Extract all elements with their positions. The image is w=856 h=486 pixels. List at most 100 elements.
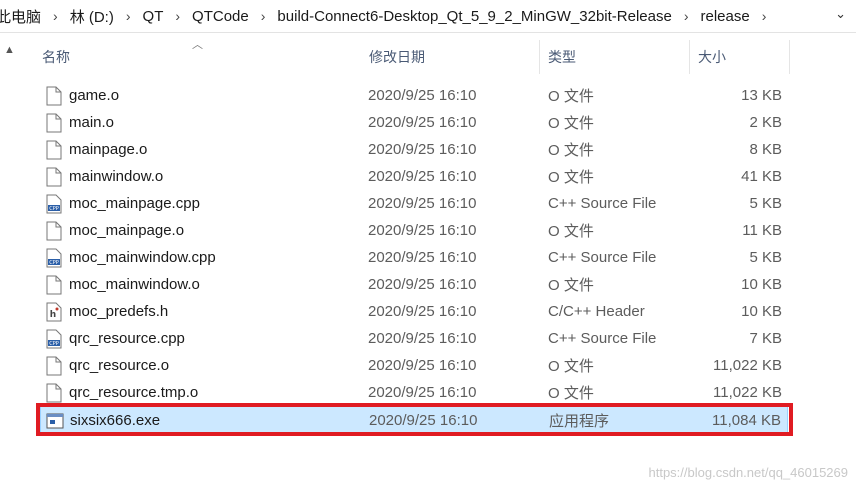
chevron-right-icon[interactable]: › — [259, 8, 268, 24]
column-header-size[interactable]: 大小 — [690, 40, 790, 74]
scroll-up-icon[interactable]: ▲ — [4, 44, 15, 56]
file-size: 8 KB — [749, 141, 782, 158]
file-size: 2 KB — [749, 114, 782, 131]
file-row[interactable]: mainwindow.o 2020/9/25 16:10 O 文件 41 KB — [40, 163, 788, 190]
breadcrumb-label: build-Connect6-Desktop_Qt_5_9_2_MinGW_32… — [277, 7, 672, 25]
column-header-name[interactable]: 名称 — [34, 40, 361, 74]
breadcrumb-label: release — [700, 7, 750, 25]
blank-file-icon — [44, 379, 64, 406]
breadcrumb-item[interactable]: QTCode — [182, 8, 259, 25]
breadcrumb-item[interactable]: 此电脑 — [0, 6, 51, 27]
header-file-icon: h — [44, 298, 64, 325]
file-name: moc_predefs.h — [69, 303, 169, 320]
breadcrumb-item[interactable]: QT — [133, 8, 174, 25]
address-bar[interactable]: 此电脑 › 林 (D:) › QT › QTCode › build-Connect6-Desk… — [0, 0, 856, 33]
file-modified-date: 2020/9/25 16:10 — [368, 303, 477, 320]
breadcrumb-item[interactable]: release — [690, 8, 759, 25]
file-modified-date: 2020/9/25 16:10 — [368, 195, 477, 212]
file-name: moc_mainpage.o — [69, 222, 185, 239]
blank-file-icon — [44, 271, 64, 298]
chevron-right-icon[interactable]: › — [124, 8, 133, 24]
blank-file-icon — [44, 352, 64, 379]
column-header-row: ︿ 名称 修改日期 类型 大小 — [0, 39, 856, 74]
blank-file-icon — [44, 136, 64, 163]
cpp-file-icon: CPP — [44, 244, 64, 271]
file-type: O 文件 — [548, 385, 594, 402]
chevron-right-icon[interactable]: › — [760, 8, 769, 24]
file-row[interactable]: moc_mainpage.o 2020/9/25 16:10 O 文件 11 KB — [40, 217, 788, 244]
blank-file-icon — [44, 217, 64, 244]
file-modified-date: 2020/9/25 16:10 — [368, 384, 477, 401]
file-row[interactable]: qrc_resource.tmp.o 2020/9/25 16:10 O 文件 11,… — [40, 379, 788, 406]
file-size: 5 KB — [749, 195, 782, 212]
file-size: 11,022 KB — [713, 384, 782, 401]
file-type: C++ Source File — [548, 330, 657, 347]
file-name: main.o — [69, 114, 115, 131]
chevron-down-icon[interactable]: ⌄ — [835, 6, 846, 22]
file-type: O 文件 — [548, 142, 594, 159]
file-name: mainpage.o — [69, 141, 148, 158]
chevron-right-icon[interactable]: › — [51, 8, 60, 24]
file-type: O 文件 — [548, 277, 594, 294]
file-row[interactable]: mainpage.o 2020/9/25 16:10 O 文件 8 KB — [40, 136, 788, 163]
file-type: O 文件 — [548, 88, 594, 105]
file-size: 41 KB — [741, 168, 782, 185]
file-modified-date: 2020/9/25 16:10 — [368, 168, 477, 185]
breadcrumb-label: QT — [142, 7, 164, 25]
blank-file-icon — [44, 82, 64, 109]
breadcrumb-label: 此电脑 — [0, 8, 42, 26]
file-size: 5 KB — [749, 249, 782, 266]
file-name: qrc_resource.o — [69, 357, 170, 374]
file-type: O 文件 — [548, 115, 594, 132]
file-modified-date: 2020/9/25 16:10 — [368, 141, 477, 158]
file-size: 11 KB — [742, 222, 782, 239]
file-name: moc_mainwindow.cpp — [69, 249, 216, 266]
file-row[interactable]: main.o 2020/9/25 16:10 O 文件 2 KB — [40, 109, 788, 136]
red-highlight-box — [36, 403, 793, 436]
file-name: moc_mainwindow.o — [69, 276, 200, 293]
file-type: O 文件 — [548, 169, 594, 186]
file-name: game.o — [69, 87, 120, 104]
watermark-text: https://blog.csdn.net/qq_46015269 — [648, 465, 849, 480]
cpp-file-icon: CPP — [44, 190, 64, 217]
breadcrumb-label: QTCode — [192, 7, 249, 25]
column-header-date[interactable]: 修改日期 — [361, 40, 540, 74]
file-type: C++ Source File — [548, 195, 657, 212]
file-name: moc_mainpage.cpp — [69, 195, 200, 212]
file-row[interactable]: CPP moc_mainpage.cpp 2020/9/25 16:10 C++ So… — [40, 190, 788, 217]
file-size: 10 KB — [741, 276, 782, 293]
svg-text:CPP: CPP — [49, 341, 59, 347]
svg-text:CPP: CPP — [49, 260, 59, 266]
file-type: C++ Source File — [548, 249, 657, 266]
blank-file-icon — [44, 163, 64, 190]
chevron-right-icon[interactable]: › — [682, 8, 691, 24]
file-row[interactable]: moc_mainwindow.o 2020/9/25 16:10 O 文件 10 KB — [40, 271, 788, 298]
file-modified-date: 2020/9/25 16:10 — [368, 276, 477, 293]
file-size: 7 KB — [749, 330, 782, 347]
file-row[interactable]: CPP moc_mainwindow.cpp 2020/9/25 16:10 C++ … — [40, 244, 788, 271]
column-header-type[interactable]: 类型 — [540, 40, 690, 74]
chevron-right-icon[interactable]: › — [173, 8, 182, 24]
svg-text:CPP: CPP — [49, 206, 59, 212]
file-modified-date: 2020/9/25 16:10 — [368, 87, 477, 104]
cpp-file-icon: CPP — [44, 325, 64, 352]
file-name: qrc_resource.tmp.o — [69, 384, 199, 401]
blank-file-icon — [44, 109, 64, 136]
file-row[interactable]: qrc_resource.o 2020/9/25 16:10 O 文件 11,022 … — [40, 352, 788, 379]
file-modified-date: 2020/9/25 16:10 — [368, 114, 477, 131]
file-size: 10 KB — [741, 303, 782, 320]
file-size: 13 KB — [741, 87, 782, 104]
file-type: C/C++ Header — [548, 303, 645, 320]
file-row[interactable]: h moc_predefs.h 2020/9/25 16:10 C/C++ Heade… — [40, 298, 788, 325]
file-name: mainwindow.o — [69, 168, 164, 185]
file-modified-date: 2020/9/25 16:10 — [368, 357, 477, 374]
file-row[interactable]: CPP qrc_resource.cpp 2020/9/25 16:10 C++ So… — [40, 325, 788, 352]
breadcrumb-item[interactable]: 林 (D:) — [60, 6, 124, 27]
file-modified-date: 2020/9/25 16:10 — [368, 249, 477, 266]
file-type: O 文件 — [548, 358, 594, 375]
breadcrumb-item[interactable]: build-Connect6-Desktop_Qt_5_9_2_MinGW_32… — [267, 8, 681, 25]
file-row[interactable]: game.o 2020/9/25 16:10 O 文件 13 KB — [40, 82, 788, 109]
breadcrumb-label: 林 (D:) — [69, 8, 114, 26]
svg-text:h: h — [50, 310, 56, 320]
file-type: O 文件 — [548, 223, 594, 240]
